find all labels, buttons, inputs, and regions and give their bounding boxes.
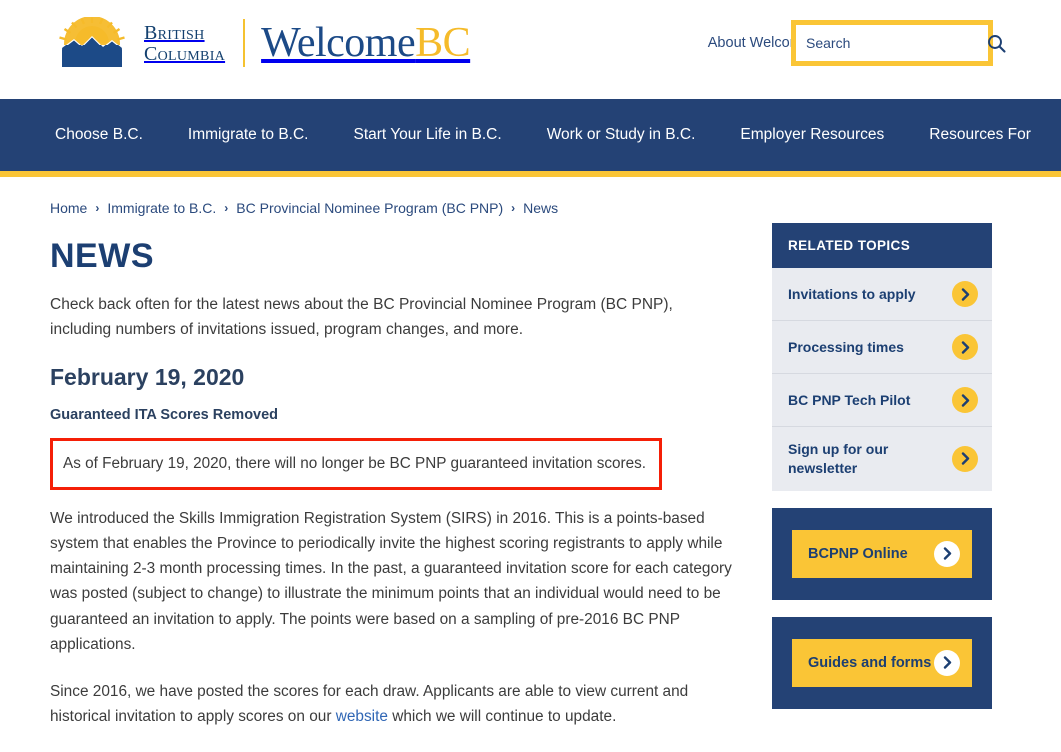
chevron-right-icon: › <box>511 201 516 215</box>
highlight-text: As of February 19, 2020, there will no l… <box>63 455 647 473</box>
breadcrumb: Home › Immigrate to B.C. › BC Provincial… <box>50 200 558 216</box>
chevron-right-glyph <box>943 656 951 669</box>
cta-block-bcpnp-online: BCPNP Online <box>772 507 992 600</box>
nav-item-resources-for[interactable]: Resources For <box>929 126 1031 144</box>
breadcrumb-item-immigrate[interactable]: Immigrate to B.C. <box>107 200 216 216</box>
welcomebc-wordmark: WelcomeBC <box>261 20 471 66</box>
guides-and-forms-button[interactable]: Guides and forms <box>792 638 972 687</box>
paragraph-2-text-after: which we will continue to update. <box>387 707 617 725</box>
highlight-annotation-box: As of February 19, 2020, there will no l… <box>50 438 662 491</box>
topic-label: Processing times <box>788 338 904 355</box>
cta-block-guides-and-forms: Guides and forms <box>772 616 992 709</box>
page-root: British Columbia WelcomeBC About Welcome… <box>0 0 1061 752</box>
chevron-right-icon <box>934 540 960 567</box>
related-topics-list: Invitations to apply Processing times BC… <box>772 268 992 491</box>
cta-label: BCPNP Online <box>808 545 908 562</box>
sidebar: RELATED TOPICS Invitations to apply Proc… <box>772 223 992 709</box>
search-input[interactable] <box>796 35 987 51</box>
nav-item-employer-resources[interactable]: Employer Resources <box>740 126 884 144</box>
cta-label: Guides and forms <box>808 654 932 671</box>
nav-item-immigrate-to-bc[interactable]: Immigrate to B.C. <box>188 126 309 144</box>
chevron-right-icon: › <box>95 201 100 215</box>
nav-item-work-or-study[interactable]: Work or Study in B.C. <box>547 126 696 144</box>
bc-wordmark: British Columbia <box>144 23 225 64</box>
chevron-right-icon <box>934 649 960 676</box>
site-logo-link[interactable]: British Columbia WelcomeBC <box>48 14 471 72</box>
chevron-right-icon <box>952 281 978 307</box>
body-paragraph-1: We introduced the Skills Immigration Reg… <box>50 510 732 653</box>
wordmark-welcome: Welcome <box>261 20 416 66</box>
topic-label: Sign up for our newsletter <box>788 441 889 476</box>
bc-sunburst-mountains-logo <box>59 17 125 67</box>
search-icon <box>988 34 1006 53</box>
chevron-right-glyph <box>961 452 969 466</box>
search-box[interactable] <box>791 20 1006 66</box>
related-topics-header: RELATED TOPICS <box>772 223 992 268</box>
logo-line-columbia: Columbia <box>144 42 226 65</box>
topic-label: Invitations to apply <box>788 285 916 302</box>
chevron-right-icon: › <box>224 201 229 215</box>
primary-navigation: Choose B.C. Immigrate to B.C. Start Your… <box>0 99 1061 177</box>
site-header: British Columbia WelcomeBC About Welcome… <box>0 0 1061 99</box>
page-title: NEWS <box>50 237 154 275</box>
chevron-right-icon <box>952 445 978 472</box>
chevron-right-glyph <box>961 393 969 407</box>
nav-item-start-your-life[interactable]: Start Your Life in B.C. <box>353 126 501 144</box>
chevron-right-icon <box>952 387 978 413</box>
news-date-heading: February 19, 2020 <box>50 364 245 391</box>
breadcrumb-item-home[interactable]: Home <box>50 200 87 216</box>
website-link[interactable]: website <box>336 708 388 725</box>
wordmark-bc: BC <box>415 20 471 66</box>
chevron-right-glyph <box>961 340 969 354</box>
sidebar-item-bc-pnp-tech-pilot[interactable]: BC PNP Tech Pilot <box>772 374 992 427</box>
logo-divider <box>243 19 246 67</box>
bcpnp-online-button[interactable]: BCPNP Online <box>792 529 972 578</box>
sidebar-item-newsletter-signup[interactable]: Sign up for our newsletter <box>772 427 992 491</box>
chevron-right-glyph <box>961 287 969 301</box>
body-paragraph-2: Since 2016, we have posted the scores fo… <box>50 679 750 729</box>
intro-paragraph: Check back often for the latest news abo… <box>50 296 673 339</box>
search-submit-button[interactable] <box>987 25 1006 61</box>
logo-line-british: British <box>144 21 205 44</box>
main-article-column: NEWS Check back often for the latest new… <box>50 237 750 752</box>
chevron-right-icon <box>952 334 978 360</box>
nav-item-choose-bc[interactable]: Choose B.C. <box>55 126 143 144</box>
sidebar-item-invitations-to-apply[interactable]: Invitations to apply <box>772 268 992 321</box>
news-subheading: Guaranteed ITA Scores Removed <box>50 407 279 424</box>
breadcrumb-item-news: News <box>523 200 559 216</box>
chevron-right-glyph <box>943 547 951 560</box>
breadcrumb-item-bcpnp[interactable]: BC Provincial Nominee Program (BC PNP) <box>236 200 503 216</box>
sidebar-item-processing-times[interactable]: Processing times <box>772 321 992 374</box>
topic-label: BC PNP Tech Pilot <box>788 391 911 408</box>
